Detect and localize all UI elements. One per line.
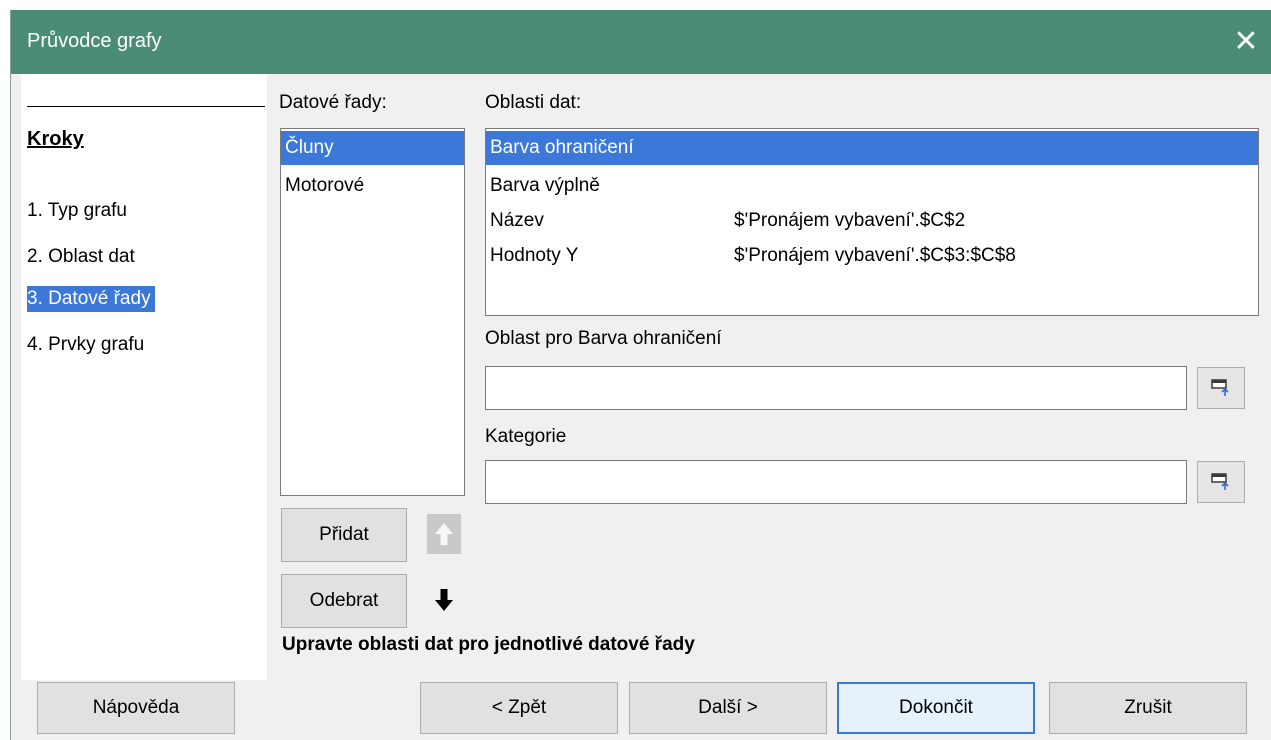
- data-series-list[interactable]: Čluny Motorové: [280, 128, 465, 496]
- list-item[interactable]: Čluny: [281, 131, 464, 165]
- hint-text: Upravte oblasti dat pro jednotlivé datov…: [282, 634, 695, 655]
- range-row[interactable]: Barva výplně: [486, 169, 1258, 203]
- data-ranges-list[interactable]: Barva ohraničení Barva výplně Název $'Pr…: [485, 128, 1259, 316]
- range-row[interactable]: Hodnoty Y $'Pronájem vybavení'.$C$3:$C$8: [486, 239, 1258, 273]
- arrow-down-icon: [435, 589, 453, 611]
- range-value: $'Pronájem vybavení'.$C$2: [734, 210, 966, 231]
- shrink-icon: [1211, 379, 1229, 396]
- remove-series-button[interactable]: Odebrat: [281, 574, 407, 628]
- list-item[interactable]: Motorové: [281, 169, 464, 203]
- data-ranges-label: Oblasti dat:: [485, 92, 582, 113]
- range-name: Název: [490, 210, 544, 231]
- steps-heading: Kroky: [27, 128, 84, 150]
- chart-wizard-dialog: Průvodce grafy ✕ Kroky 1. Typ grafu 2. O…: [10, 10, 1271, 740]
- move-up-button[interactable]: [427, 514, 461, 554]
- range-row[interactable]: Název $'Pronájem vybavení'.$C$2: [486, 204, 1258, 238]
- range-name: Hodnoty Y: [490, 245, 579, 266]
- steps-divider: [27, 106, 265, 107]
- step-chart-type[interactable]: 1. Typ grafu: [27, 198, 131, 224]
- step-chart-elements[interactable]: 4. Prvky grafu: [27, 332, 148, 358]
- back-button[interactable]: < Zpět: [420, 682, 618, 734]
- range-for-input[interactable]: [485, 366, 1187, 410]
- range-row[interactable]: Barva ohraničení: [486, 131, 1258, 165]
- data-series-label: Datové řady:: [279, 92, 387, 113]
- finish-button[interactable]: Dokončit: [837, 682, 1035, 734]
- categories-label: Kategorie: [485, 426, 567, 447]
- arrow-up-icon: [435, 523, 453, 545]
- cancel-button[interactable]: Zrušit: [1049, 682, 1247, 734]
- categories-input[interactable]: [485, 460, 1187, 504]
- help-button[interactable]: Nápověda: [37, 682, 235, 734]
- close-icon[interactable]: ✕: [1226, 22, 1266, 62]
- move-down-button[interactable]: [427, 580, 461, 620]
- shrink-range-button[interactable]: [1197, 367, 1245, 409]
- window-title: Průvodce grafy: [27, 30, 162, 52]
- step-data-range[interactable]: 2. Oblast dat: [27, 244, 139, 270]
- steps-panel: Kroky 1. Typ grafu 2. Oblast dat 3. Dato…: [21, 74, 267, 680]
- add-series-button[interactable]: Přidat: [281, 508, 407, 562]
- range-name: Barva výplně: [490, 175, 600, 196]
- range-for-label: Oblast pro Barva ohraničení: [485, 328, 722, 349]
- shrink-icon: [1211, 473, 1229, 490]
- range-name: Barva ohraničení: [490, 137, 634, 158]
- next-button[interactable]: Další >: [629, 682, 827, 734]
- title-bar: Průvodce grafy ✕: [11, 10, 1271, 74]
- shrink-categories-button[interactable]: [1197, 461, 1245, 503]
- step-data-series[interactable]: 3. Datové řady: [27, 286, 155, 312]
- range-value: $'Pronájem vybavení'.$C$3:$C$8: [734, 245, 1016, 266]
